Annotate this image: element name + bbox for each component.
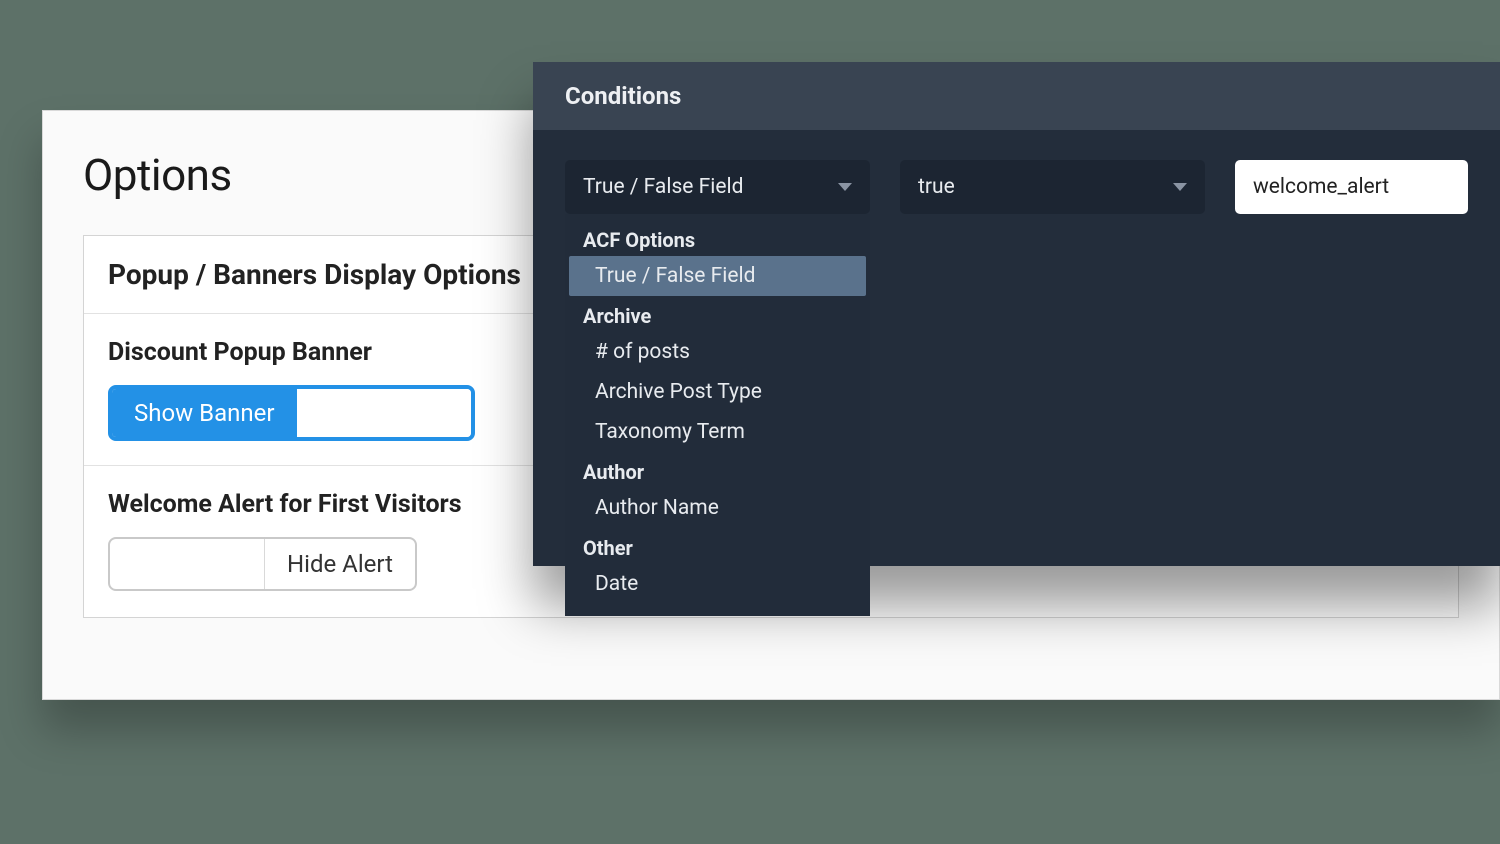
input-value: welcome_alert: [1253, 175, 1389, 199]
dropdown-item-num-posts[interactable]: # of posts: [565, 332, 870, 372]
condition-field-select[interactable]: True / False Field ACF Options True / Fa…: [565, 160, 870, 214]
chevron-down-icon: [838, 183, 852, 191]
dropdown-item-taxonomy-term[interactable]: Taxonomy Term: [565, 412, 870, 452]
condition-value-select[interactable]: true: [900, 160, 1205, 214]
dropdown-group-other: Other: [565, 528, 870, 564]
toggle-track: [297, 389, 471, 437]
dropdown-group-acf: ACF Options: [565, 220, 870, 256]
toggle-on-label: Show Banner: [112, 389, 297, 437]
dropdown-item-true-false-field[interactable]: True / False Field: [569, 256, 866, 296]
chevron-down-icon: [1173, 183, 1187, 191]
dropdown-item-archive-post-type[interactable]: Archive Post Type: [565, 372, 870, 412]
discount-banner-toggle[interactable]: Show Banner: [108, 385, 475, 441]
toggle-track: [110, 539, 265, 589]
conditions-panel: Conditions True / False Field ACF Option…: [533, 62, 1500, 566]
toggle-off-label: Hide Alert: [265, 550, 415, 578]
condition-text-input[interactable]: welcome_alert: [1235, 160, 1468, 214]
welcome-alert-toggle[interactable]: Hide Alert: [108, 537, 417, 591]
dropdown-item-author-name[interactable]: Author Name: [565, 488, 870, 528]
dropdown-group-archive: Archive: [565, 296, 870, 332]
select-value: True / False Field: [583, 175, 838, 199]
conditions-title: Conditions: [533, 62, 1500, 130]
condition-field-dropdown: ACF Options True / False Field Archive #…: [565, 214, 870, 616]
select-value: true: [918, 175, 1173, 199]
conditions-body: True / False Field ACF Options True / Fa…: [533, 130, 1500, 214]
dropdown-group-author: Author: [565, 452, 870, 488]
condition-row: True / False Field ACF Options True / Fa…: [565, 160, 1468, 214]
dropdown-item-date[interactable]: Date: [565, 564, 870, 604]
